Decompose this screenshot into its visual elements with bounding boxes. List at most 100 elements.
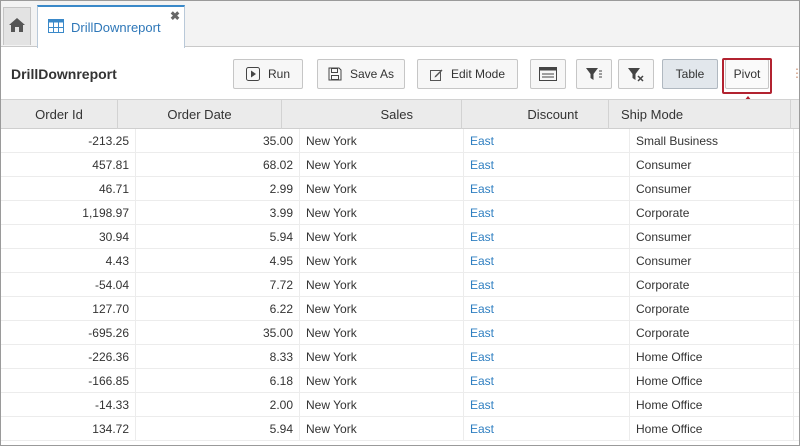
cell-sales: New York	[300, 393, 464, 417]
cell-order-id: 134.72	[1, 417, 136, 441]
clear-filter-icon	[627, 67, 645, 82]
run-button[interactable]: Run	[233, 59, 303, 89]
cell-sales: New York	[300, 345, 464, 369]
cell-ship-mode: Home Office	[630, 417, 794, 441]
column-header-discount[interactable]: Discount	[462, 100, 609, 129]
report-window: DrillDownreport ✖ DrillDownreport Run Sa…	[0, 0, 800, 446]
cell-discount[interactable]: East	[464, 321, 630, 345]
table-row[interactable]: 46.71 2.99 New York East Consumer	[1, 177, 799, 201]
table-row[interactable]: 4.43 4.95 New York East Consumer	[1, 249, 799, 273]
cell-sales: New York	[300, 297, 464, 321]
cell-order-date: 2.99	[136, 177, 300, 201]
column-header-order-id[interactable]: Order Id	[1, 100, 118, 129]
cell-discount[interactable]: East	[464, 345, 630, 369]
cell-order-id: 30.94	[1, 225, 136, 249]
cell-sales: New York	[300, 225, 464, 249]
column-header-sales[interactable]: Sales	[282, 100, 462, 129]
table-view-button[interactable]: Table	[662, 59, 718, 89]
edit-icon	[429, 68, 443, 81]
cell-order-date: 35.00	[136, 321, 300, 345]
cell-discount[interactable]: East	[464, 129, 630, 153]
cell-discount[interactable]: East	[464, 153, 630, 177]
table-row[interactable]: 30.94 5.94 New York East Consumer	[1, 225, 799, 249]
cell-sales: New York	[300, 129, 464, 153]
cell-order-date: 5.94	[136, 417, 300, 441]
table-row[interactable]: 134.72 5.94 New York East Home Office	[1, 417, 799, 441]
cell-order-id: -213.25	[1, 129, 136, 153]
cell-ship-mode: Home Office	[630, 345, 794, 369]
home-icon	[8, 17, 26, 36]
cell-sales: New York	[300, 417, 464, 441]
cell-order-date: 6.18	[136, 369, 300, 393]
column-header-ship-mode[interactable]: Ship Mode	[609, 100, 791, 129]
cell-discount[interactable]: East	[464, 225, 630, 249]
cell-sales: New York	[300, 249, 464, 273]
cell-order-id: -695.26	[1, 321, 136, 345]
cell-ship-mode: Corporate	[630, 273, 794, 297]
close-icon[interactable]: ✖	[170, 9, 180, 23]
cell-ship-mode: Home Office	[630, 393, 794, 417]
table-row[interactable]: -226.36 8.33 New York East Home Office	[1, 345, 799, 369]
form-icon	[539, 67, 557, 81]
tab-label: DrillDownreport	[71, 20, 161, 35]
cell-order-id: -166.85	[1, 369, 136, 393]
cell-discount[interactable]: East	[464, 393, 630, 417]
cell-order-id: 46.71	[1, 177, 136, 201]
cell-order-date: 35.00	[136, 129, 300, 153]
cell-ship-mode: Small Business	[630, 129, 794, 153]
cell-discount[interactable]: East	[464, 369, 630, 393]
cell-discount[interactable]: East	[464, 297, 630, 321]
play-icon	[245, 67, 260, 81]
table-row[interactable]: -14.33 2.00 New York East Home Office	[1, 393, 799, 417]
table-icon	[48, 19, 64, 36]
cell-order-date: 4.95	[136, 249, 300, 273]
table-row[interactable]: -166.85 6.18 New York East Home Office	[1, 369, 799, 393]
cell-order-date: 68.02	[136, 153, 300, 177]
save-icon	[328, 67, 342, 81]
cell-order-date: 7.72	[136, 273, 300, 297]
tab-bar: DrillDownreport ✖	[1, 1, 799, 48]
cell-discount[interactable]: East	[464, 201, 630, 225]
table-row[interactable]: -213.25 35.00 New York East Small Business	[1, 129, 799, 153]
save-as-button[interactable]: Save As	[317, 59, 405, 89]
table-row[interactable]: -695.26 35.00 New York East Corporate	[1, 321, 799, 345]
cell-sales: New York	[300, 201, 464, 225]
cell-order-id: 457.81	[1, 153, 136, 177]
tab-drilldownreport[interactable]: DrillDownreport ✖	[37, 5, 185, 48]
table-row[interactable]: 127.70 6.22 New York East Corporate	[1, 297, 799, 321]
cell-discount[interactable]: East	[464, 177, 630, 201]
cell-ship-mode: Consumer	[630, 249, 794, 273]
cell-order-id: -54.04	[1, 273, 136, 297]
cell-sales: New York	[300, 321, 464, 345]
cell-order-date: 2.00	[136, 393, 300, 417]
cell-discount[interactable]: East	[464, 417, 630, 441]
cell-sales: New York	[300, 177, 464, 201]
clear-filter-button[interactable]	[618, 59, 654, 89]
edit-mode-label: Edit Mode	[450, 67, 506, 81]
home-button[interactable]	[3, 7, 31, 45]
toolbar: DrillDownreport Run Save As Edit Mode Ta…	[1, 48, 799, 98]
cell-sales: New York	[300, 273, 464, 297]
cell-order-date: 8.33	[136, 345, 300, 369]
filter-icon	[585, 67, 603, 82]
table-row[interactable]: 457.81 68.02 New York East Consumer	[1, 153, 799, 177]
grid-header: Order Id Order Date Sales Discount Ship …	[1, 99, 799, 129]
properties-button[interactable]	[530, 59, 566, 89]
table-row[interactable]: 1,198.97 3.99 New York East Corporate	[1, 201, 799, 225]
run-label: Run	[267, 67, 290, 81]
table-label: Table	[675, 67, 705, 81]
edit-mode-button[interactable]: Edit Mode	[417, 59, 518, 89]
cell-ship-mode: Corporate	[630, 201, 794, 225]
more-tools-icon[interactable]: ⋮	[791, 66, 799, 80]
cell-discount[interactable]: East	[464, 273, 630, 297]
cell-order-date: 5.94	[136, 225, 300, 249]
cell-ship-mode: Home Office	[630, 369, 794, 393]
cell-discount[interactable]: East	[464, 249, 630, 273]
cell-order-id: 1,198.97	[1, 201, 136, 225]
cell-ship-mode: Consumer	[630, 177, 794, 201]
table-row[interactable]: -54.04 7.72 New York East Corporate	[1, 273, 799, 297]
column-header-order-date[interactable]: Order Date	[118, 100, 282, 129]
cell-ship-mode: Consumer	[630, 225, 794, 249]
data-grid: Order Id Order Date Sales Discount Ship …	[1, 99, 799, 445]
filter-button[interactable]	[576, 59, 612, 89]
